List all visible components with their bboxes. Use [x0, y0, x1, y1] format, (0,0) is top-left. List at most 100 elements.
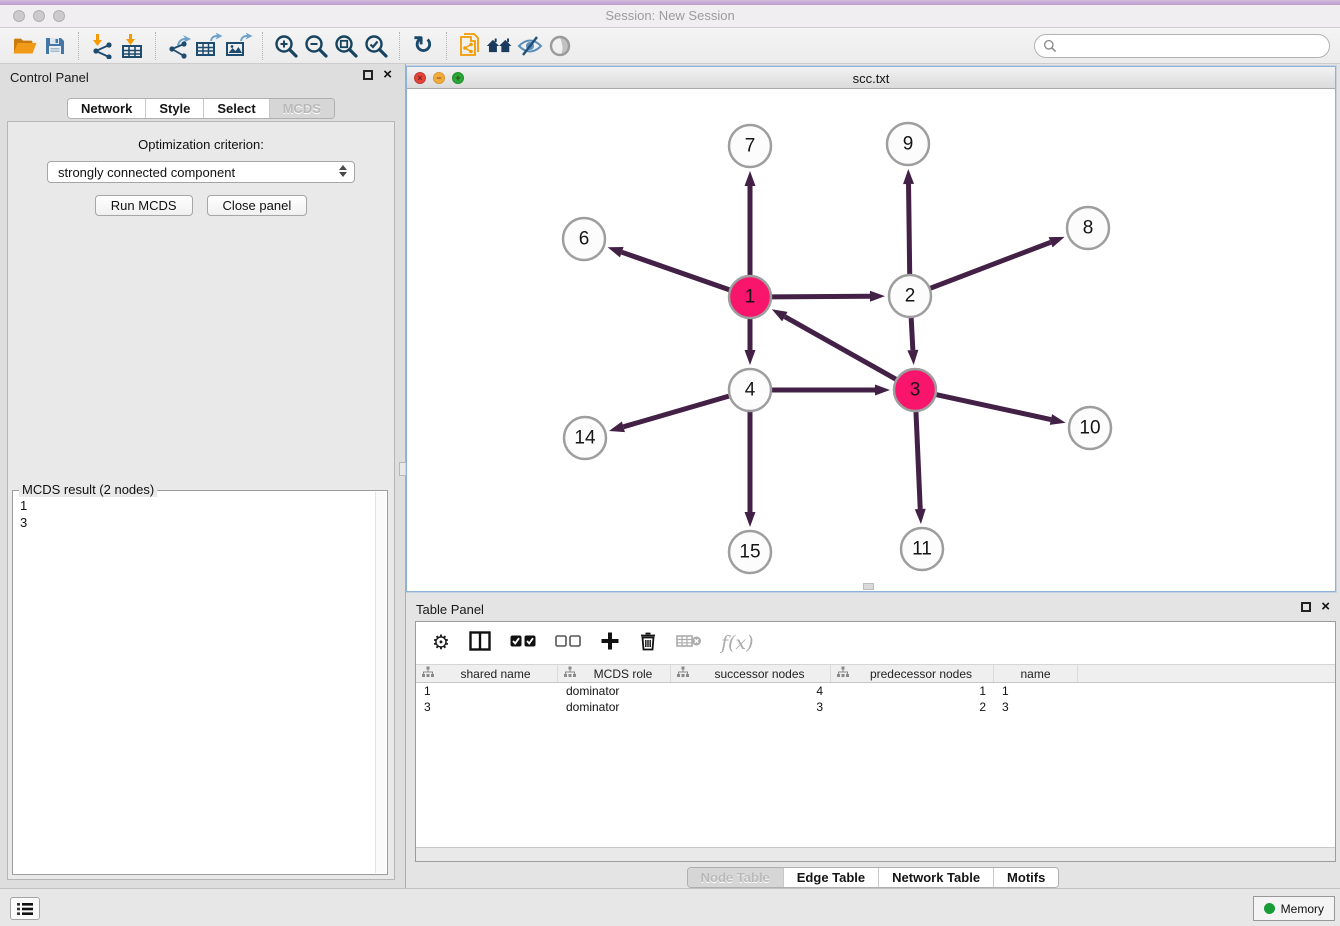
table-cell[interactable]: 1 [994, 684, 1078, 698]
column-header-successor-nodes[interactable]: successor nodes [671, 665, 831, 682]
network-canvas[interactable]: 7968124314101511 [407, 89, 1335, 591]
mcds-panel: Optimization criterion: strongly connect… [7, 121, 395, 880]
table-cell[interactable]: 3 [416, 700, 558, 714]
import-table-icon[interactable] [117, 31, 147, 61]
column-label: name [994, 667, 1077, 681]
network-from-selection-icon[interactable] [455, 31, 485, 61]
export-image-icon[interactable] [224, 31, 254, 61]
tab-network[interactable]: Network [68, 99, 146, 118]
tab-select[interactable]: Select [204, 99, 269, 118]
result-scrollbar[interactable] [375, 492, 386, 873]
table-cell[interactable]: 4 [671, 684, 831, 698]
network-hscroll-thumb[interactable] [863, 583, 874, 590]
toolbar-separator [399, 32, 400, 60]
select-all-icon[interactable] [510, 634, 536, 652]
tree-icon [422, 666, 434, 681]
add-row-icon[interactable] [600, 631, 620, 656]
edge-arrow-3-10 [1050, 414, 1066, 425]
tab-motifs[interactable]: Motifs [994, 868, 1058, 887]
close-panel-icon[interactable]: × [383, 70, 392, 80]
window-accent-strip [0, 0, 1340, 5]
delete-row-icon[interactable] [639, 631, 657, 656]
edge-2-9[interactable] [909, 184, 910, 274]
node-label-10: 10 [1079, 418, 1100, 439]
table-cell[interactable]: 3 [994, 700, 1078, 714]
memory-label: Memory [1281, 902, 1324, 916]
status-bar: Memory [0, 888, 1340, 926]
show-columns-icon[interactable] [469, 631, 491, 656]
memory-status-icon [1264, 903, 1275, 914]
edge-1-6[interactable] [622, 252, 729, 290]
search-input[interactable] [1061, 38, 1321, 53]
table-hscrollbar[interactable] [416, 847, 1335, 861]
table-cell[interactable]: dominator [558, 684, 671, 698]
export-network-icon[interactable] [164, 31, 194, 61]
table-cell[interactable]: 3 [671, 700, 831, 714]
float-table-panel-icon[interactable] [1301, 602, 1311, 612]
delete-table-icon[interactable] [676, 633, 702, 654]
memory-button[interactable]: Memory [1253, 896, 1335, 921]
network-window-titlebar[interactable]: × − + scc.txt [407, 67, 1335, 89]
table-cell[interactable]: 2 [831, 700, 994, 714]
node-label-7: 7 [745, 136, 756, 157]
edge-4-14[interactable] [623, 396, 728, 427]
table-settings-icon[interactable]: ⚙ [432, 633, 450, 653]
network-graph[interactable]: 7968124314101511 [407, 89, 1335, 592]
float-panel-icon[interactable] [363, 70, 373, 80]
zoom-selected-icon[interactable] [361, 31, 391, 61]
show-all-eye-icon[interactable] [545, 31, 575, 61]
criterion-select[interactable]: strongly connected component [47, 161, 355, 183]
tab-edge-table[interactable]: Edge Table [784, 868, 879, 887]
table-cell[interactable]: 1 [831, 684, 994, 698]
control-panel: Control Panel × NetworkStyleSelectMCDS O… [0, 64, 402, 888]
tab-node-table[interactable]: Node Table [688, 868, 784, 887]
table-cell[interactable]: dominator [558, 700, 671, 714]
zoom-out-icon[interactable] [301, 31, 331, 61]
edge-arrow-4-14 [609, 422, 625, 433]
open-file-icon[interactable] [10, 31, 40, 61]
node-table: ⚙ f(x) [415, 621, 1336, 862]
edge-arrow-1-7 [745, 171, 756, 186]
table-cell[interactable]: 1 [416, 684, 558, 698]
table-panel-title: Table Panel [416, 602, 484, 617]
window-title: Session: New Session [0, 8, 1340, 23]
edge-3-1[interactable] [785, 317, 896, 380]
column-header-predecessor-nodes[interactable]: predecessor nodes [831, 665, 994, 682]
edge-1-2[interactable] [772, 296, 870, 297]
zoom-fit-icon[interactable] [331, 31, 361, 61]
close-panel-button[interactable]: Close panel [207, 195, 308, 216]
close-table-panel-icon[interactable]: × [1321, 602, 1330, 612]
table-row[interactable]: 3dominator323 [416, 699, 1335, 715]
search-field[interactable] [1034, 34, 1330, 58]
edge-2-3[interactable] [911, 318, 913, 350]
criterion-value: strongly connected component [58, 165, 235, 180]
export-table-icon[interactable] [194, 31, 224, 61]
tab-style[interactable]: Style [146, 99, 204, 118]
tab-mcds[interactable]: MCDS [270, 99, 334, 118]
hide-selected-eye-icon[interactable] [515, 31, 545, 61]
edge-3-10[interactable] [936, 395, 1050, 420]
tab-network-table[interactable]: Network Table [879, 868, 994, 887]
node-label-14: 14 [574, 428, 596, 449]
edge-3-11[interactable] [916, 412, 920, 509]
function-builder-icon[interactable]: f(x) [721, 632, 754, 654]
task-history-button[interactable] [10, 897, 40, 920]
column-header-name[interactable]: name [994, 665, 1078, 682]
control-panel-tabbar: NetworkStyleSelectMCDS [67, 98, 335, 119]
column-header-MCDS-role[interactable]: MCDS role [558, 665, 671, 682]
column-header-shared-name[interactable]: shared name [416, 665, 558, 682]
search-icon [1043, 39, 1057, 53]
refresh-icon[interactable]: ↻ [408, 31, 438, 61]
zoom-in-icon[interactable] [271, 31, 301, 61]
home-icon[interactable] [485, 31, 515, 61]
edge-2-8[interactable] [931, 242, 1051, 288]
table-row[interactable]: 1dominator411 [416, 683, 1335, 699]
save-session-icon[interactable] [40, 31, 70, 61]
mcds-result-box: MCDS result (2 nodes) 1 3 [12, 490, 388, 875]
table-panel: Table Panel × ⚙ [406, 596, 1340, 888]
import-network-icon[interactable] [87, 31, 117, 61]
run-mcds-button[interactable]: Run MCDS [95, 195, 193, 216]
network-title: scc.txt [407, 71, 1335, 86]
deselect-all-icon[interactable] [555, 634, 581, 652]
node-label-4: 4 [745, 380, 756, 401]
